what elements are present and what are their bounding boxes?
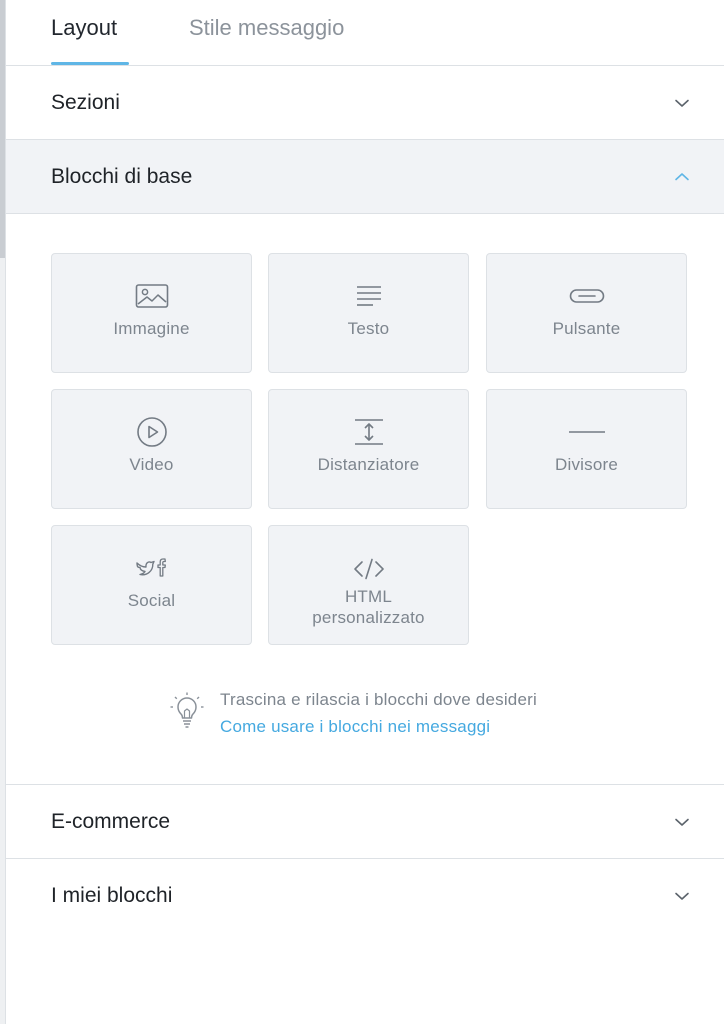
block-pulsante[interactable]: Pulsante bbox=[486, 253, 687, 373]
block-video[interactable]: Video bbox=[51, 389, 252, 509]
block-label: Testo bbox=[347, 319, 390, 338]
block-label-line2: personalizzato bbox=[312, 608, 425, 627]
block-distanziatore[interactable]: Distanziatore bbox=[268, 389, 469, 509]
panel-tabs: Layout Stile messaggio bbox=[6, 0, 724, 66]
social-twitter-facebook-icon bbox=[134, 552, 170, 584]
code-icon bbox=[353, 554, 385, 584]
block-label: Social bbox=[127, 591, 176, 610]
tab-message-style[interactable]: Stile messaggio bbox=[189, 14, 344, 42]
basic-blocks-content: Immagine Testo Pulsante Video Distanziat… bbox=[6, 214, 724, 785]
button-icon bbox=[569, 280, 605, 312]
play-circle-icon bbox=[136, 416, 168, 448]
chevron-down-icon bbox=[675, 892, 689, 900]
section-title: Sezioni bbox=[51, 91, 120, 114]
block-divisore[interactable]: Divisore bbox=[486, 389, 687, 509]
text-lines-icon bbox=[355, 280, 383, 312]
section-header-sezioni[interactable]: Sezioni bbox=[6, 66, 724, 140]
section-title: I miei blocchi bbox=[51, 884, 173, 907]
block-html-personalizzato[interactable]: HTML personalizzato bbox=[268, 525, 469, 645]
chevron-down-icon bbox=[675, 99, 689, 107]
section-title: Blocchi di base bbox=[51, 165, 193, 188]
block-label: Distanziatore bbox=[317, 455, 420, 474]
block-label: Pulsante bbox=[552, 319, 621, 338]
hint-text: Trascina e rilascia i blocchi dove desid… bbox=[220, 690, 537, 709]
active-tab-indicator bbox=[51, 62, 129, 65]
block-label: Immagine bbox=[113, 319, 190, 338]
block-label-line1: HTML bbox=[344, 587, 393, 606]
block-testo[interactable]: Testo bbox=[268, 253, 469, 373]
image-icon bbox=[135, 280, 169, 312]
chevron-up-icon bbox=[675, 173, 689, 181]
spacer-icon bbox=[354, 416, 384, 448]
section-header-e-commerce[interactable]: E-commerce bbox=[6, 785, 724, 859]
drag-drop-hint: Trascina e rilascia i blocchi dove desid… bbox=[169, 684, 629, 744]
blocks-panel: Layout Stile messaggio Sezioni Blocchi d… bbox=[6, 0, 724, 1024]
help-link[interactable]: Come usare i blocchi nei messaggi bbox=[220, 716, 490, 738]
block-immagine[interactable]: Immagine bbox=[51, 253, 252, 373]
block-label: Video bbox=[129, 455, 174, 474]
block-label: HTML personalizzato bbox=[312, 586, 424, 628]
section-header-i-miei-blocchi[interactable]: I miei blocchi bbox=[6, 859, 724, 933]
section-title: E-commerce bbox=[51, 810, 171, 833]
scrollbar-thumb[interactable] bbox=[0, 0, 5, 258]
tab-layout[interactable]: Layout bbox=[51, 14, 117, 42]
block-label: Divisore bbox=[554, 455, 618, 474]
section-header-blocchi-di-base[interactable]: Blocchi di base bbox=[6, 140, 724, 214]
chevron-down-icon bbox=[675, 818, 689, 826]
divider-icon bbox=[568, 416, 606, 448]
block-social[interactable]: Social bbox=[51, 525, 252, 645]
lightbulb-icon bbox=[170, 692, 204, 728]
